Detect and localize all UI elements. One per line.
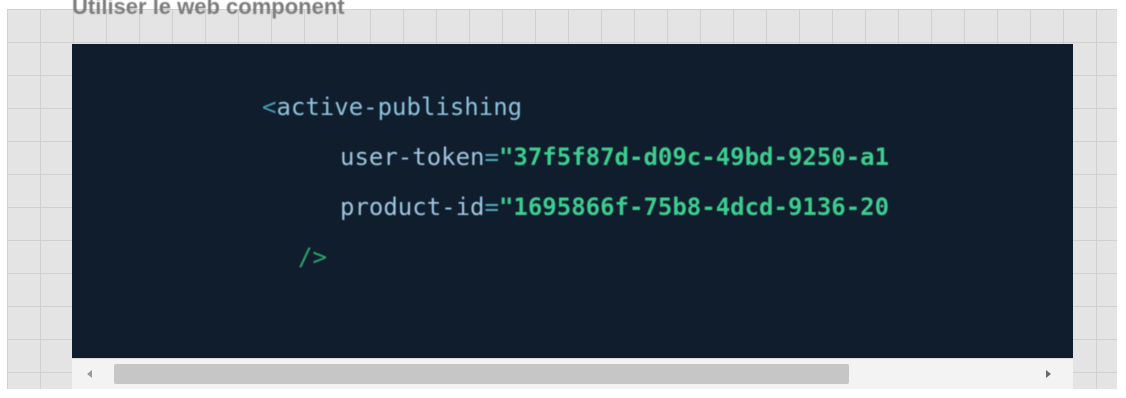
code-panel: <active-publishing user-token="37f5f87d-d… <box>72 44 1073 389</box>
section-heading: Utiliser le web component <box>72 0 345 19</box>
code-line-user-token: user-token="37f5f87d-d09c-49bd-9250-a1 <box>72 132 889 182</box>
code-viewport[interactable]: <active-publishing user-token="37f5f87d-d… <box>72 44 1073 358</box>
open-bracket: < <box>262 93 277 121</box>
attribute-value-user-token: "37f5f87d-d09c-49bd-9250-a1 <box>498 143 890 171</box>
right-arrow-icon[interactable] <box>1041 367 1055 381</box>
left-arrow-icon[interactable] <box>82 367 96 381</box>
self-close-bracket: /> <box>298 243 327 271</box>
scrollbar-thumb[interactable] <box>114 364 849 384</box>
code-line-self-close: /> <box>72 232 889 282</box>
right-border <box>1117 0 1126 398</box>
code-block: <active-publishing user-token="37f5f87d-d… <box>72 82 889 282</box>
bottom-border <box>0 389 1126 398</box>
code-line-product-id: product-id="1695866f-75b8-4dcd-9136-20 <box>72 182 889 232</box>
attribute-equals: = <box>484 143 499 171</box>
attribute-equals: = <box>484 193 499 221</box>
attribute-value-product-id: "1695866f-75b8-4dcd-9136-20 <box>498 193 890 221</box>
attribute-name-user-token: user-token <box>340 143 485 171</box>
code-line-open-tag: <active-publishing <box>72 82 889 132</box>
left-border <box>0 0 7 398</box>
horizontal-scrollbar[interactable] <box>72 358 1073 389</box>
attribute-name-product-id: product-id <box>340 193 485 221</box>
tag-name: active-publishing <box>276 93 523 121</box>
